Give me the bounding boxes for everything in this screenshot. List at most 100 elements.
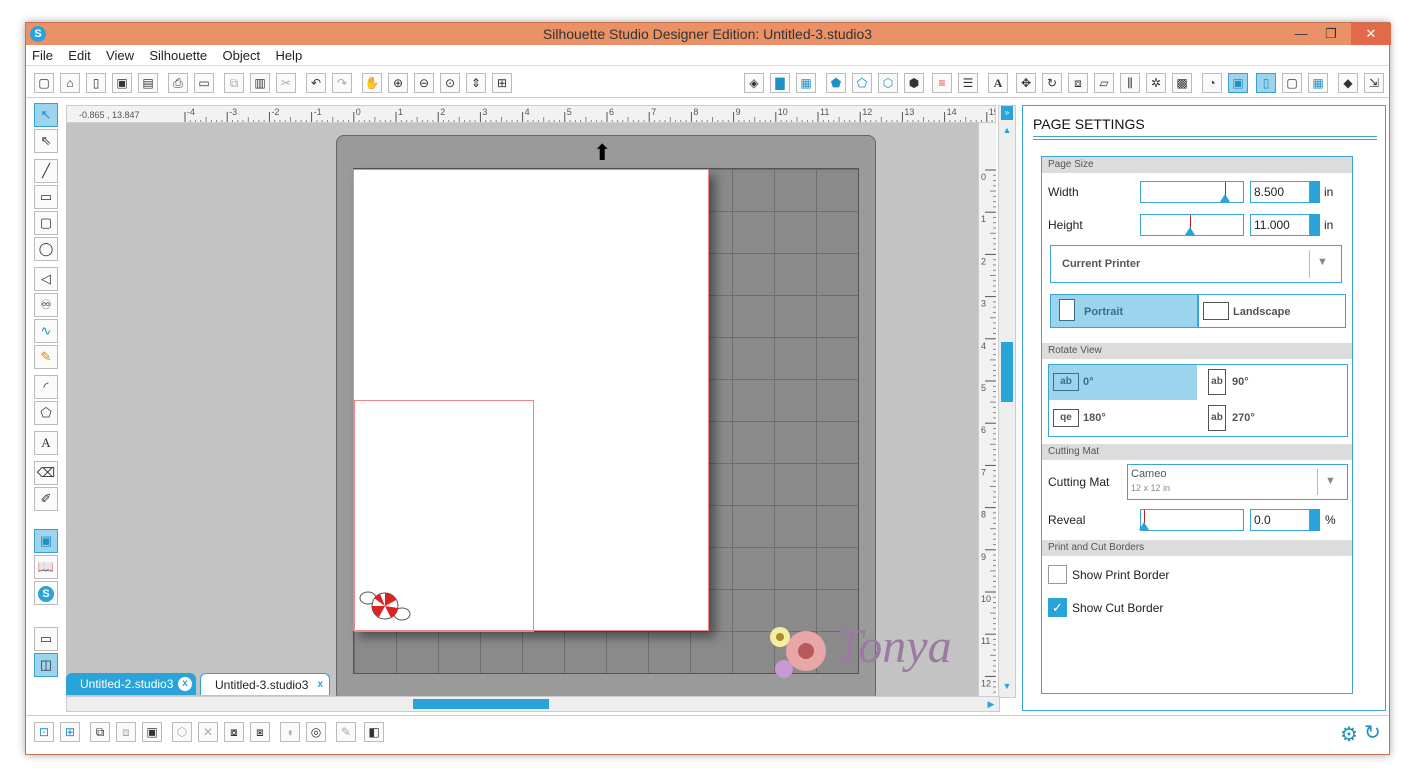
width-input[interactable]: 8.500: [1250, 181, 1310, 203]
point-edit-icon[interactable]: ⇖: [34, 129, 58, 153]
restore-button[interactable]: ❐: [1316, 23, 1346, 45]
landscape-option[interactable]: Landscape: [1198, 294, 1346, 328]
cut-settings-icon[interactable]: ▢: [1282, 73, 1302, 93]
offset-icon[interactable]: ▩: [1172, 73, 1192, 93]
pencil-tool-icon[interactable]: ✎: [34, 345, 58, 369]
modify-icon[interactable]: ✲: [1146, 73, 1166, 93]
zoom-drag-icon[interactable]: ⇕: [466, 73, 486, 93]
height-input[interactable]: 11.000: [1250, 214, 1310, 236]
grid-settings-icon[interactable]: ▦: [1308, 73, 1328, 93]
fill-color-icon[interactable]: ◈: [744, 73, 764, 93]
split-view-icon[interactable]: ◫: [34, 653, 58, 677]
make-compound-icon[interactable]: ⧉: [90, 722, 110, 742]
line-color-icon[interactable]: ⬟: [826, 73, 846, 93]
scroll-right-icon[interactable]: ▶: [985, 698, 997, 710]
vertical-scrollbar[interactable]: » ▲ ▼: [998, 105, 1016, 698]
printer-select[interactable]: Current Printer ▼: [1050, 245, 1342, 283]
library-view-icon[interactable]: 📖: [34, 555, 58, 579]
shear-icon[interactable]: ▱: [1094, 73, 1114, 93]
send-to-cutter-icon[interactable]: ▭: [194, 73, 214, 93]
tab-untitled-2[interactable]: Untitled-2.studio3 x: [66, 673, 196, 695]
cutting-mat-select[interactable]: Cameo 12 x 12 in ▼: [1127, 464, 1348, 500]
save-icon[interactable]: ▣: [112, 73, 132, 93]
settings-gear-icon[interactable]: ⚙: [1340, 722, 1358, 747]
line-tool-icon[interactable]: ╱: [34, 159, 58, 183]
freehand-tool-icon[interactable]: ∿: [34, 319, 58, 343]
bring-to-front-icon[interactable]: ▣: [142, 722, 162, 742]
page-settings-icon[interactable]: ▯: [1256, 73, 1276, 93]
rotate-180-option[interactable]: qe 180°: [1049, 401, 1197, 436]
fit-page-icon[interactable]: ⊞: [492, 73, 512, 93]
ellipse-tool-icon[interactable]: ◯: [34, 237, 58, 261]
menu-silhouette[interactable]: Silhouette: [143, 45, 213, 66]
select-tool-icon[interactable]: ↖: [34, 103, 58, 127]
design-page-icon[interactable]: ▣: [1228, 73, 1248, 93]
polygon-tool-icon[interactable]: ◁: [34, 267, 58, 291]
replicate-icon[interactable]: ✥: [1016, 73, 1036, 93]
shape-icon[interactable]: ◖: [280, 722, 300, 742]
menu-help[interactable]: Help: [269, 45, 308, 66]
delete-icon[interactable]: ✕: [198, 722, 218, 742]
registration-icon[interactable]: ◆: [1338, 73, 1358, 93]
height-slider[interactable]: [1140, 214, 1244, 236]
scroll-up-icon[interactable]: ▲: [1001, 124, 1013, 136]
open-folder-icon[interactable]: ⌂: [60, 73, 80, 93]
rotate-0-option[interactable]: ab 0°: [1049, 365, 1197, 400]
group-icon[interactable]: ⊡: [34, 722, 54, 742]
line-style-icon[interactable]: ⬠: [852, 73, 872, 93]
scroll-down-icon[interactable]: ▼: [1001, 680, 1013, 692]
library-icon[interactable]: ▯: [86, 73, 106, 93]
reveal-input[interactable]: 0.0: [1250, 509, 1310, 531]
menu-object[interactable]: Object: [217, 45, 267, 66]
ungroup-icon[interactable]: ⊞: [60, 722, 80, 742]
reveal-slider[interactable]: [1139, 509, 1244, 531]
show-print-border-checkbox[interactable]: [1048, 565, 1067, 584]
zoom-out-icon[interactable]: ⊖: [414, 73, 434, 93]
arc-tool-icon[interactable]: ◜: [34, 375, 58, 399]
rounded-rect-icon[interactable]: ▢: [34, 211, 58, 235]
window-view-icon[interactable]: ▭: [34, 627, 58, 651]
slider-thumb-icon[interactable]: [1220, 194, 1230, 202]
cut-icon[interactable]: ✂: [276, 73, 296, 93]
knife-tool-icon[interactable]: ✐: [34, 487, 58, 511]
save-as-icon[interactable]: ▤: [138, 73, 158, 93]
line-width-icon[interactable]: ☰: [958, 73, 978, 93]
new-file-icon[interactable]: ▢: [34, 73, 54, 93]
trace-icon[interactable]: ◔: [1202, 73, 1222, 93]
rotate-270-option[interactable]: ab 270°: [1200, 401, 1348, 436]
duplicate-icon[interactable]: ⬡: [172, 722, 192, 742]
cube-icon[interactable]: ◧: [364, 722, 384, 742]
horizontal-scroll-thumb[interactable]: [413, 699, 549, 709]
copy-icon[interactable]: ⧉: [224, 73, 244, 93]
tab-untitled-3[interactable]: Untitled-3.studio3 x: [200, 673, 330, 695]
refresh-icon[interactable]: ↻: [1364, 720, 1381, 745]
send-icon[interactable]: ⇲: [1364, 73, 1384, 93]
close-tab-icon[interactable]: x: [317, 674, 323, 696]
pan-hand-icon[interactable]: ✋: [362, 73, 382, 93]
fill-gradient-icon[interactable]: ▇: [770, 73, 790, 93]
rectangle-tool-icon[interactable]: ▭: [34, 185, 58, 209]
trace-bottom-icon[interactable]: ✎: [336, 722, 356, 742]
knife-icon[interactable]: ⬢: [904, 73, 924, 93]
slider-thumb-icon[interactable]: [1139, 522, 1149, 530]
zoom-in-icon[interactable]: ⊕: [388, 73, 408, 93]
text-tool-icon[interactable]: A: [34, 431, 58, 455]
transform-icon[interactable]: ↻: [1042, 73, 1062, 93]
design-view-icon[interactable]: ▣: [34, 529, 58, 553]
paste-icon[interactable]: ▥: [250, 73, 270, 93]
show-cut-border-checkbox[interactable]: ✓: [1048, 598, 1067, 617]
undo-icon[interactable]: ↶: [306, 73, 326, 93]
height-spinner[interactable]: [1310, 214, 1320, 236]
fill-pattern-icon[interactable]: ▦: [796, 73, 816, 93]
design-canvas[interactable]: ⬆ Tonya: [66, 123, 978, 698]
design-page[interactable]: [353, 169, 709, 632]
sketch-icon[interactable]: ⬡: [878, 73, 898, 93]
slider-thumb-icon[interactable]: [1185, 227, 1195, 235]
width-spinner[interactable]: [1310, 181, 1320, 203]
close-tab-icon[interactable]: x: [178, 677, 192, 691]
menu-view[interactable]: View: [100, 45, 140, 66]
store-view-icon[interactable]: S: [34, 581, 58, 605]
pentagon-tool-icon[interactable]: ⬠: [34, 401, 58, 425]
eraser-tool-icon[interactable]: ⌫: [34, 461, 58, 485]
align-icon[interactable]: ⫼: [1120, 73, 1140, 93]
